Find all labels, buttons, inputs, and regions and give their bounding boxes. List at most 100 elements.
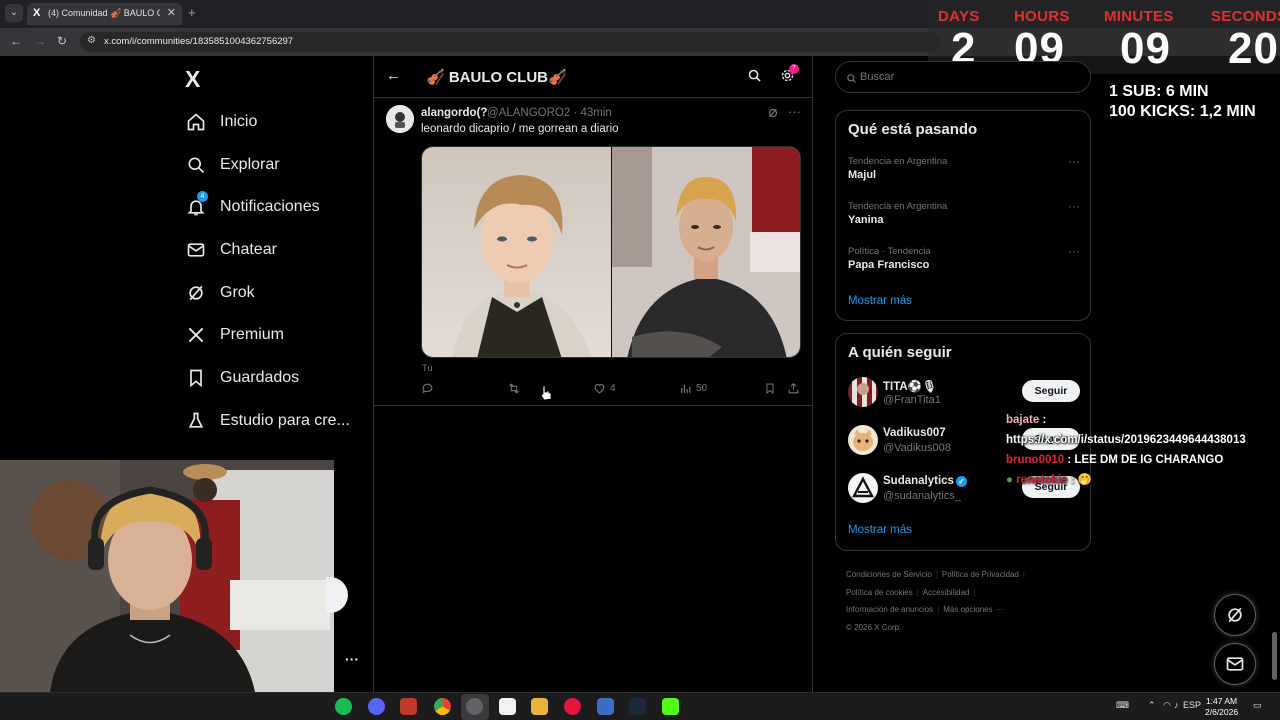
footer-link-cookies[interactable]: Política de cookies	[846, 588, 913, 597]
avatar[interactable]	[386, 105, 414, 133]
bell-icon: 4	[186, 191, 208, 217]
retweet-icon	[509, 383, 519, 394]
opera-icon[interactable]	[564, 698, 581, 715]
trend-item[interactable]: Política · Tendencia Papa Francisco ···	[848, 244, 1080, 271]
media-app-icon[interactable]	[400, 698, 417, 715]
keyboard-icon[interactable]: ⌨	[1116, 700, 1129, 711]
footer-link-ads[interactable]: Información de anuncios	[846, 605, 933, 614]
folder-icon[interactable]	[531, 698, 548, 715]
trend-name: Majul	[848, 169, 877, 181]
sidebar-item-estudio[interactable]: Estudio para cre...	[186, 406, 350, 436]
tab-close-icon[interactable]: ✕	[167, 6, 176, 19]
more-icon[interactable]: ···	[1068, 154, 1080, 168]
editor-icon[interactable]	[597, 698, 614, 715]
search-icon[interactable]	[747, 68, 762, 88]
bookmark-icon	[186, 368, 206, 388]
tweet-author-name[interactable]: alangordo(?	[421, 107, 487, 119]
share-button[interactable]	[787, 382, 804, 395]
trend-item[interactable]: Tendencia en Argentina Yanina ···	[848, 199, 1080, 226]
follow-button[interactable]: Seguir	[1022, 380, 1080, 402]
search-icon	[846, 71, 857, 89]
trends-title: Qué está pasando	[848, 121, 978, 138]
site-info-icon[interactable]: ⚙	[87, 35, 96, 46]
views-button[interactable]: 50	[679, 382, 707, 395]
photo-right[interactable]	[612, 147, 800, 357]
tray-chevron-icon[interactable]: ⌃	[1148, 700, 1156, 711]
trends-card: Qué está pasando Tendencia en Argentina …	[835, 110, 1091, 321]
sidebar-item-chatear[interactable]: Chatear	[186, 235, 277, 265]
volume-icon[interactable]: ♪	[1174, 700, 1179, 710]
views-icon	[681, 384, 691, 393]
spotify-icon[interactable]	[335, 698, 352, 715]
avatar[interactable]	[848, 377, 878, 407]
sidebar-item-notificaciones[interactable]: 4 Notificaciones	[186, 191, 320, 222]
chat-badge-icon: ●	[1006, 474, 1013, 486]
show-more-trends-link[interactable]: Mostrar más	[848, 295, 912, 307]
reload-icon[interactable]: ↻	[57, 34, 67, 48]
more-icon[interactable]: ···	[1068, 244, 1080, 258]
steam-icon[interactable]	[629, 698, 646, 715]
search-input[interactable]	[860, 62, 1080, 92]
footer-link-privacy[interactable]: Política de Privacidad	[942, 570, 1019, 579]
mail-icon	[186, 240, 206, 260]
tweet-media[interactable]	[421, 146, 801, 358]
kicks-rule: 100 KICKS: 1,2 MIN	[1109, 103, 1256, 120]
new-tab-button[interactable]: +	[188, 5, 196, 20]
community-title: 🎻 BAULO CLUB🎻	[426, 69, 567, 86]
obs-icon[interactable]	[466, 698, 483, 715]
sidebar-item-explorar[interactable]: Explorar	[186, 150, 280, 180]
avatar[interactable]	[848, 473, 878, 503]
more-icon[interactable]: ···	[1068, 199, 1080, 213]
bookmark-button[interactable]	[764, 382, 780, 395]
language-indicator[interactable]: ESP	[1183, 700, 1201, 710]
wifi-icon[interactable]: ◠	[1163, 700, 1171, 711]
search-field[interactable]	[835, 61, 1091, 93]
browser-tab[interactable]: X (4) Comunidad 🎻 BAULO CLUB ✕	[27, 3, 182, 25]
footer-link-terms[interactable]: Condiciones de Servicio	[846, 570, 932, 579]
trend-item[interactable]: Tendencia en Argentina Majul ···	[848, 154, 1080, 181]
grok-icon[interactable]	[767, 106, 779, 124]
tweet[interactable]: alangordo(? @ALANGORO2 · 43min leonardo …	[374, 98, 812, 406]
tweet-actions: 4 50	[421, 382, 806, 398]
reply-button[interactable]	[421, 382, 438, 395]
sidebar-item-grok[interactable]: Grok	[186, 278, 255, 308]
footer-link-accessibility[interactable]: Accesibilidad	[923, 588, 970, 597]
capcut-icon[interactable]	[499, 698, 516, 715]
chat-message: ● renatokie : 🤭	[1006, 474, 1092, 486]
tab-search-button[interactable]: ⌄	[5, 4, 23, 22]
more-icon[interactable]: ···	[345, 651, 359, 667]
discord-icon[interactable]	[368, 698, 385, 715]
footer-link-more[interactable]: Más opciones ···	[943, 605, 1003, 614]
url-field[interactable]: ⚙ x.com/i/communities/183585100436275629…	[80, 32, 940, 52]
notification-center-icon[interactable]: ▭	[1253, 700, 1262, 711]
webcam-overlay	[0, 460, 334, 692]
like-button[interactable]: 4	[593, 382, 616, 395]
page-scrollbar[interactable]	[1272, 632, 1277, 680]
kick-icon[interactable]	[662, 698, 679, 715]
more-icon[interactable]: ···	[788, 104, 801, 119]
follow-suggestion[interactable]: TITA⚽🎙 @FranTita1 Seguir	[848, 377, 1080, 409]
clock[interactable]: 1:47 AM 2/6/2026	[1205, 696, 1238, 718]
messages-float-button[interactable]	[1214, 643, 1256, 685]
webcam-edge-button[interactable]	[326, 577, 348, 613]
footer-links: Condiciones de Servicio | Política de Priv…	[846, 570, 1025, 632]
chat-text: 🤭	[1077, 474, 1092, 486]
back-arrow-icon[interactable]: ←	[386, 67, 401, 84]
back-icon[interactable]: ←	[10, 34, 22, 48]
chrome-icon[interactable]	[434, 698, 451, 715]
x-logo[interactable]: X	[185, 66, 200, 93]
timer-rules: 1 SUB: 6 MIN 100 KICKS: 1,2 MIN	[1109, 82, 1256, 122]
sidebar-item-inicio[interactable]: Inicio	[186, 107, 257, 137]
chat-username: bruno0010	[1006, 454, 1065, 466]
views-count: 50	[696, 383, 708, 394]
sidebar-item-guardados[interactable]: Guardados	[186, 363, 299, 393]
forward-icon[interactable]: →	[34, 34, 46, 48]
avatar[interactable]	[848, 425, 878, 455]
photo-left[interactable]	[422, 147, 612, 357]
tweet-author-handle[interactable]: @ALANGORO2 · 43min	[487, 107, 612, 119]
verified-icon: ✓	[955, 476, 967, 487]
show-more-follow-link[interactable]: Mostrar más	[848, 524, 912, 536]
sidebar-item-premium[interactable]: Premium	[186, 320, 284, 350]
grok-float-button[interactable]	[1214, 594, 1256, 636]
retweet-button[interactable]	[507, 382, 525, 395]
